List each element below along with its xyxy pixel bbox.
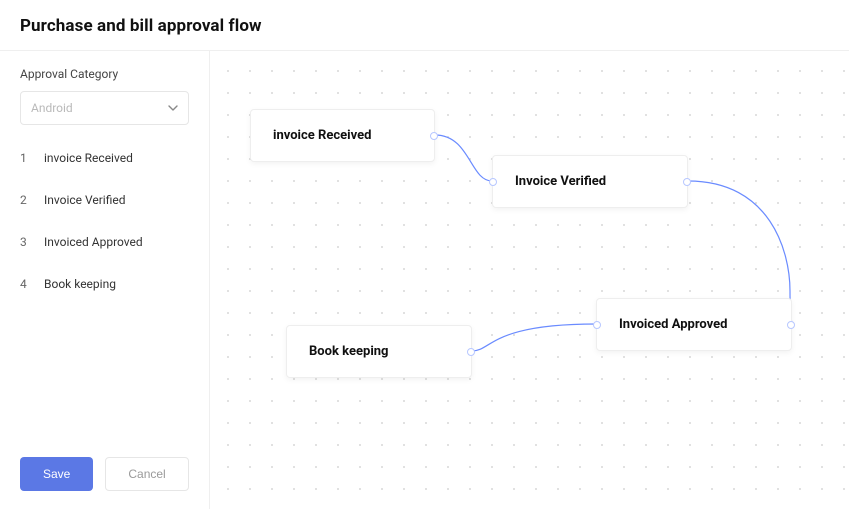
port-out[interactable]: [787, 321, 795, 329]
port-out[interactable]: [467, 348, 475, 356]
port-out[interactable]: [430, 132, 438, 140]
category-select[interactable]: Android: [20, 91, 189, 125]
node-label: Invoice Verified: [515, 174, 606, 189]
port-out[interactable]: [683, 178, 691, 186]
sidebar: Approval Category Android 1 invoice Rece…: [0, 51, 210, 509]
node-label: Invoiced Approved: [619, 317, 728, 332]
step-label: Invoiced Approved: [44, 235, 143, 249]
step-item-3[interactable]: 3 Invoiced Approved: [20, 221, 189, 263]
step-number: 1: [20, 151, 30, 165]
category-label: Approval Category: [20, 67, 189, 81]
wire-3-4: [472, 324, 596, 351]
node-label: invoice Received: [273, 128, 371, 143]
spacer: [20, 305, 189, 457]
wire-1-2: [435, 135, 492, 181]
step-label: Invoice Verified: [44, 193, 126, 207]
page-body: Approval Category Android 1 invoice Rece…: [0, 51, 849, 509]
flow-canvas[interactable]: invoice Received Invoice Verified Invoic…: [210, 51, 849, 509]
cancel-button[interactable]: Cancel: [105, 457, 188, 491]
action-bar: Save Cancel: [20, 457, 189, 491]
step-number: 2: [20, 193, 30, 207]
node-invoice-received[interactable]: invoice Received: [250, 109, 435, 162]
step-number: 3: [20, 235, 30, 249]
port-in[interactable]: [593, 321, 601, 329]
chevron-down-icon: [168, 103, 178, 113]
step-number: 4: [20, 277, 30, 291]
step-list: 1 invoice Received 2 Invoice Verified 3 …: [20, 137, 189, 305]
category-value: Android: [31, 101, 73, 115]
step-label: invoice Received: [44, 151, 133, 165]
port-in[interactable]: [489, 178, 497, 186]
page-title: Purchase and bill approval flow: [20, 16, 829, 36]
save-button[interactable]: Save: [20, 457, 93, 491]
page-header: Purchase and bill approval flow: [0, 0, 849, 51]
step-item-4[interactable]: 4 Book keeping: [20, 263, 189, 305]
step-item-1[interactable]: 1 invoice Received: [20, 137, 189, 179]
node-invoiced-approved[interactable]: Invoiced Approved: [596, 298, 792, 351]
app-root: Purchase and bill approval flow Approval…: [0, 0, 849, 509]
step-item-2[interactable]: 2 Invoice Verified: [20, 179, 189, 221]
step-label: Book keeping: [44, 277, 116, 291]
node-label: Book keeping: [309, 344, 388, 359]
node-book-keeping[interactable]: Book keeping: [286, 325, 472, 378]
node-invoice-verified[interactable]: Invoice Verified: [492, 155, 688, 208]
